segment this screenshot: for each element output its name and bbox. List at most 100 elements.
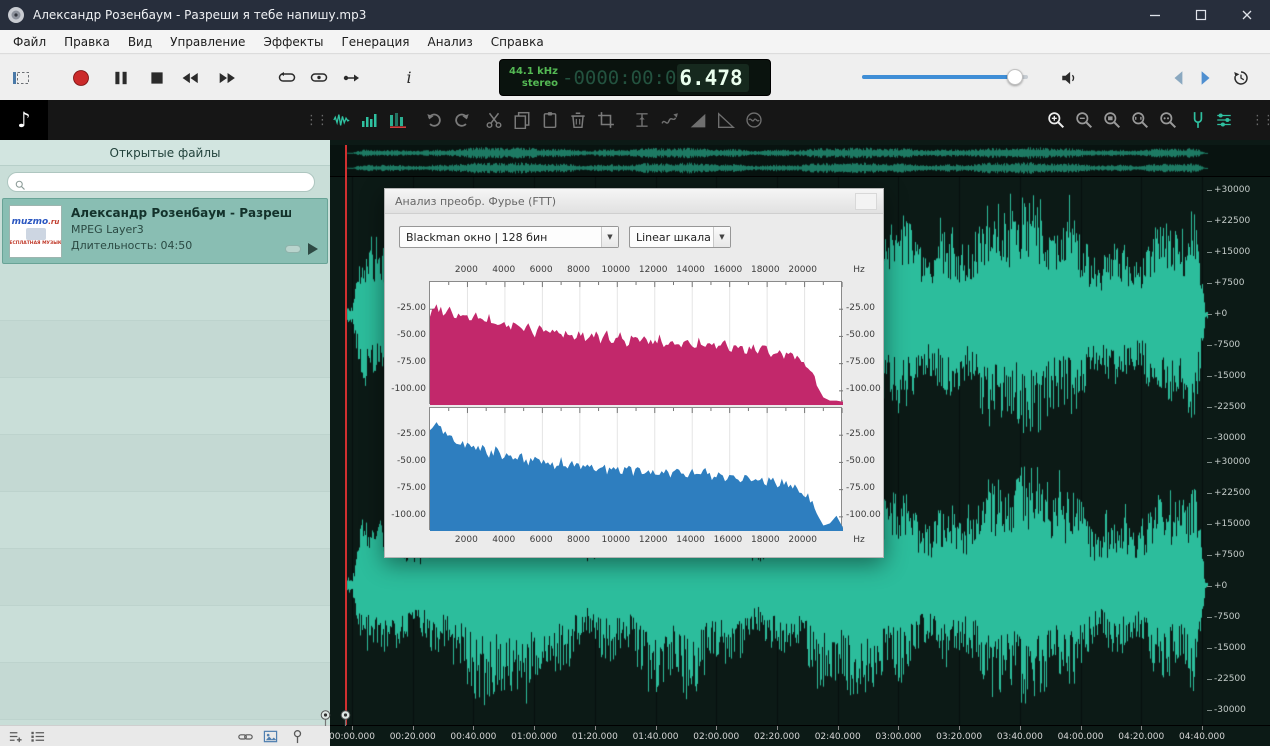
paste-icon[interactable] xyxy=(540,110,560,130)
selection-marker-start[interactable] xyxy=(319,710,332,726)
art-subtitle: БЕСПЛАТНАЯ МУЗЫКА xyxy=(9,241,62,246)
scale-label: -30000 xyxy=(1214,705,1246,715)
status-bar xyxy=(0,725,330,746)
menu-item-7[interactable]: Справка xyxy=(482,32,553,52)
minimize-button[interactable] xyxy=(1132,0,1178,30)
menu-item-1[interactable]: Правка xyxy=(55,32,119,52)
zoom-selection-icon[interactable] xyxy=(1102,110,1122,130)
close-button[interactable] xyxy=(1224,0,1270,30)
overview-waveform[interactable] xyxy=(330,145,1270,177)
menu-item-4[interactable]: Эффекты xyxy=(254,32,332,52)
timeline-tick xyxy=(1201,726,1203,730)
search-box[interactable] xyxy=(7,172,315,192)
spectral-view-icon[interactable] xyxy=(388,110,408,130)
timeline-tick xyxy=(352,726,353,730)
loop-section-icon[interactable] xyxy=(308,67,330,89)
scale-tick xyxy=(1207,221,1212,222)
info-icon[interactable]: i xyxy=(398,67,420,89)
music-note-icon[interactable]: ♪ xyxy=(0,100,48,140)
scale-tick xyxy=(1207,190,1212,191)
playlist-view-icon[interactable] xyxy=(30,729,46,745)
scale-tick xyxy=(1207,710,1212,711)
freq-tick-label: 2000 xyxy=(454,535,478,545)
timeline-ruler[interactable]: 00:00.000 00:20.000 00:40.000 01:00.000 01:2… xyxy=(330,725,1270,746)
speaker-icon[interactable] xyxy=(1058,67,1080,89)
stop-button[interactable] xyxy=(146,67,168,89)
history-icon[interactable] xyxy=(1230,67,1252,89)
db-tick-label-left: -50.00 xyxy=(396,455,426,466)
play-from-marker-icon[interactable] xyxy=(340,67,362,89)
playlist-add-icon[interactable] xyxy=(8,729,24,745)
equalizer-icon[interactable] xyxy=(1214,110,1234,130)
zoom-in-icon[interactable] xyxy=(1046,110,1066,130)
fft-freq-axis-top: 2000 4000 6000 8000 10000 12000 14000 16000 1800… xyxy=(385,265,885,277)
crop-icon[interactable] xyxy=(596,110,616,130)
db-tick-label-right: -25.00 xyxy=(846,302,876,313)
selection-tool-icon[interactable] xyxy=(10,67,32,89)
fft-window-combo[interactable]: Blackman окно | 128 бин ▼ xyxy=(399,226,619,248)
zoom-fit-icon[interactable] xyxy=(1130,110,1150,130)
undo-icon[interactable] xyxy=(424,110,444,130)
nav-back-icon[interactable] xyxy=(1168,67,1190,89)
toolbar-drag-handle[interactable]: ⋮⋮ xyxy=(305,110,329,130)
fft-scale-combo[interactable]: Linear шкала ▼ xyxy=(629,226,731,248)
menu-item-0[interactable]: Файл xyxy=(4,32,55,52)
normalize-icon[interactable] xyxy=(632,110,652,130)
file-list-item[interactable]: muzmo.ru БЕСПЛАТНАЯ МУЗЫКА Александр Роз… xyxy=(2,198,328,264)
zoom-out-icon[interactable] xyxy=(1074,110,1094,130)
scale-tick xyxy=(1207,283,1212,284)
playhead-cursor[interactable] xyxy=(345,145,347,725)
volume-thumb[interactable] xyxy=(1006,69,1023,85)
timeline-tick xyxy=(716,726,718,730)
fft-dialog-button[interactable] xyxy=(855,193,877,210)
bars-view-icon[interactable] xyxy=(360,110,380,130)
waveform-view-icon[interactable] xyxy=(332,110,352,130)
volume-slider[interactable] xyxy=(862,69,1028,85)
cut-icon[interactable] xyxy=(484,110,504,130)
tuning-fork-icon[interactable] xyxy=(1188,110,1208,130)
maximize-button[interactable] xyxy=(1178,0,1224,30)
toolbar-drag-handle-right[interactable]: ⋮⋮ xyxy=(1251,110,1270,130)
scale-label: -15000 xyxy=(1214,371,1246,381)
fade-in-icon[interactable] xyxy=(688,110,708,130)
loudness-icon[interactable] xyxy=(744,110,764,130)
time-display[interactable]: 44.1 kHz stereo -0000:00:0 6.478 xyxy=(499,59,771,96)
redo-icon[interactable] xyxy=(452,110,472,130)
wave-toolbar: ♪ ⋮⋮ ⋮⋮ xyxy=(0,100,1270,140)
scale-label: +22500 xyxy=(1214,488,1251,498)
app-icon xyxy=(7,6,25,24)
menu-item-3[interactable]: Управление xyxy=(161,32,254,52)
file-play-icon[interactable] xyxy=(307,241,319,255)
search-input[interactable] xyxy=(30,174,314,190)
record-button[interactable] xyxy=(70,67,92,89)
menu-item-5[interactable]: Генерация xyxy=(332,32,418,52)
freq-tick-label: 8000 xyxy=(567,265,590,275)
snapshot-icon[interactable] xyxy=(263,729,279,745)
delete-icon[interactable] xyxy=(568,110,588,130)
link-channels-icon[interactable] xyxy=(238,729,254,745)
db-tick-label-right: -100.00 xyxy=(846,383,881,394)
pin-marker-icon[interactable] xyxy=(290,729,306,745)
sidebar-empty-row xyxy=(0,378,330,435)
scale-label: +30000 xyxy=(1214,457,1251,467)
pause-button[interactable] xyxy=(110,67,132,89)
freq-tick-label: 12000 xyxy=(638,535,668,545)
fft-dialog-titlebar[interactable]: Анализ преобр. Фурье (FTT) xyxy=(385,189,883,214)
rewind-button[interactable] xyxy=(180,67,202,89)
nav-forward-icon[interactable] xyxy=(1194,67,1216,89)
gain-envelope-icon[interactable] xyxy=(660,110,680,130)
menu-item-2[interactable]: Вид xyxy=(119,32,161,52)
loop-icon[interactable] xyxy=(276,67,298,89)
selection-marker-end[interactable] xyxy=(339,710,352,726)
freq-unit-label: Hz xyxy=(853,265,865,275)
fade-out-icon[interactable] xyxy=(716,110,736,130)
fast-forward-button[interactable] xyxy=(216,67,238,89)
timeline-tick xyxy=(534,726,536,730)
scale-label: +22500 xyxy=(1214,216,1251,226)
copy-icon[interactable] xyxy=(512,110,532,130)
db-tick-label-left: -100.00 xyxy=(391,509,426,520)
main-toolbar: i 44.1 kHz stereo -0000:00:0 6.478 xyxy=(0,55,1270,100)
menu-item-6[interactable]: Анализ xyxy=(419,32,482,52)
zoom-100-icon[interactable] xyxy=(1158,110,1178,130)
fft-dialog[interactable]: Анализ преобр. Фурье (FTT) Blackman окно… xyxy=(384,188,884,558)
